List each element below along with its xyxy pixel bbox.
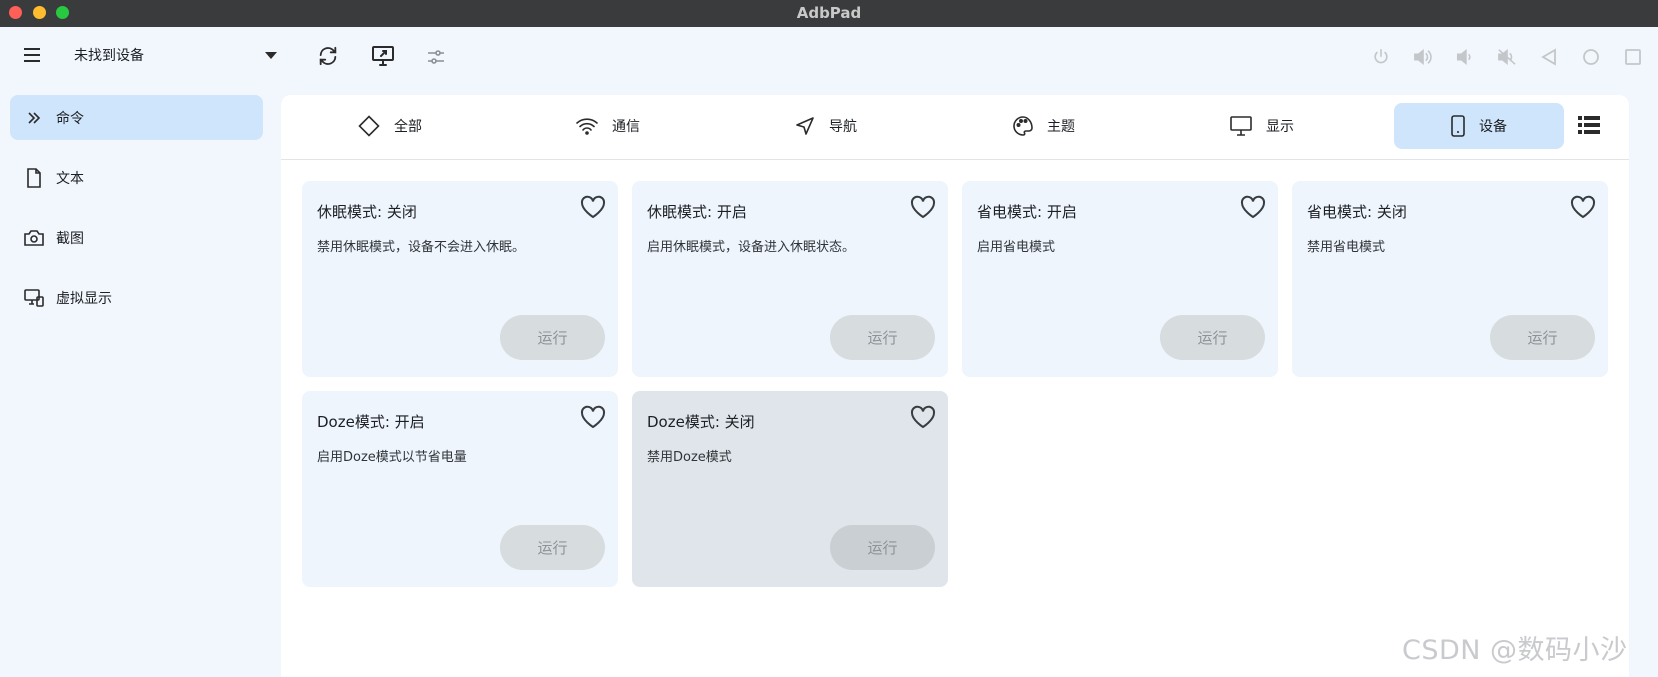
camera-icon bbox=[14, 229, 54, 246]
heart-icon[interactable] bbox=[580, 405, 606, 433]
tab-label: 通信 bbox=[612, 119, 640, 135]
heart-icon[interactable] bbox=[1240, 195, 1266, 223]
tab-label: 导航 bbox=[829, 119, 857, 135]
list-view-icon[interactable] bbox=[1577, 113, 1601, 137]
phone-icon bbox=[1451, 115, 1465, 137]
heart-icon[interactable] bbox=[580, 195, 606, 223]
volume-down-icon[interactable] bbox=[1454, 46, 1476, 68]
tab-all[interactable]: 全部 bbox=[281, 103, 499, 149]
card-description: 启用省电模式 bbox=[977, 240, 1056, 255]
command-card: 省电模式: 关闭 禁用省电模式 运行 bbox=[1292, 181, 1608, 377]
heart-icon[interactable] bbox=[1570, 195, 1596, 223]
card-description: 启用Doze模式以节省电量 bbox=[317, 450, 467, 465]
tab-label: 设备 bbox=[1479, 119, 1507, 135]
tab-communication[interactable]: 通信 bbox=[499, 103, 717, 149]
sidebar-item-label: 命令 bbox=[56, 110, 84, 127]
virtual-display-icon bbox=[14, 288, 54, 307]
device-select[interactable]: 未找到设备 bbox=[74, 45, 144, 65]
sidebar-item-virtual-display[interactable]: 虚拟显示 bbox=[10, 275, 263, 320]
tab-display[interactable]: 显示 bbox=[1153, 103, 1371, 149]
sidebar-item-screenshot[interactable]: 截图 bbox=[10, 215, 263, 260]
chevron-double-right-icon bbox=[14, 111, 54, 124]
card-title: 休眠模式: 关闭 bbox=[317, 203, 417, 221]
card-description: 禁用Doze模式 bbox=[647, 450, 732, 465]
volume-up-icon[interactable] bbox=[1412, 46, 1434, 68]
card-description: 禁用省电模式 bbox=[1307, 240, 1386, 255]
run-button[interactable]: 运行 bbox=[1490, 315, 1595, 360]
card-description: 启用休眠模式，设备进入休眠状态。 bbox=[647, 240, 856, 255]
power-icon[interactable] bbox=[1370, 46, 1392, 68]
palette-icon bbox=[1013, 116, 1033, 136]
run-button[interactable]: 运行 bbox=[500, 315, 605, 360]
mute-icon[interactable] bbox=[1496, 46, 1518, 68]
tab-navigation[interactable]: 导航 bbox=[717, 103, 935, 149]
run-button[interactable]: 运行 bbox=[830, 315, 935, 360]
document-icon bbox=[14, 167, 54, 188]
settings-sliders-icon[interactable] bbox=[424, 45, 448, 69]
card-title: Doze模式: 关闭 bbox=[647, 413, 755, 431]
command-card: Doze模式: 关闭 禁用Doze模式 运行 bbox=[632, 391, 948, 587]
wifi-icon bbox=[576, 117, 598, 135]
tab-label: 主题 bbox=[1047, 119, 1075, 135]
heart-icon[interactable] bbox=[910, 195, 936, 223]
command-card: 省电模式: 开启 启用省电模式 运行 bbox=[962, 181, 1278, 377]
command-card: 休眠模式: 关闭 禁用休眠模式，设备不会进入休眠。 运行 bbox=[302, 181, 618, 377]
back-icon[interactable] bbox=[1538, 46, 1560, 68]
category-tabs: 全部 通信 导航 主题 显示 设备 bbox=[281, 95, 1629, 160]
card-title: Doze模式: 开启 bbox=[317, 413, 425, 431]
tab-label: 全部 bbox=[394, 119, 422, 135]
tab-theme[interactable]: 主题 bbox=[935, 103, 1153, 149]
card-title: 省电模式: 开启 bbox=[977, 203, 1077, 221]
recents-icon[interactable] bbox=[1622, 46, 1644, 68]
command-card: 休眠模式: 开启 启用休眠模式，设备进入休眠状态。 运行 bbox=[632, 181, 948, 377]
card-title: 省电模式: 关闭 bbox=[1307, 203, 1407, 221]
window-title: AdbPad bbox=[796, 4, 862, 22]
watermark: CSDN @数码小沙 bbox=[1402, 635, 1628, 666]
refresh-icon[interactable] bbox=[316, 44, 340, 68]
sidebar-item-text[interactable]: 文本 bbox=[10, 155, 263, 200]
sidebar-item-label: 虚拟显示 bbox=[56, 290, 112, 307]
chevron-down-icon[interactable] bbox=[265, 52, 277, 59]
sidebar-item-label: 文本 bbox=[56, 170, 84, 187]
run-button[interactable]: 运行 bbox=[830, 525, 935, 570]
title-bar: AdbPad bbox=[0, 0, 1658, 27]
screen-mirror-icon[interactable] bbox=[370, 44, 396, 68]
sidebar-item-label: 截图 bbox=[56, 230, 84, 247]
card-description: 禁用休眠模式，设备不会进入休眠。 bbox=[317, 240, 526, 255]
tab-device[interactable]: 设备 bbox=[1394, 103, 1564, 149]
run-button[interactable]: 运行 bbox=[1160, 315, 1265, 360]
run-button[interactable]: 运行 bbox=[500, 525, 605, 570]
home-icon[interactable] bbox=[1580, 46, 1602, 68]
main-panel: 全部 通信 导航 主题 显示 设备 休眠模式: 关闭 禁用休眠模式，设备不会进入… bbox=[281, 95, 1629, 677]
sidebar-item-commands[interactable]: 命令 bbox=[10, 95, 263, 140]
navigation-icon bbox=[795, 116, 815, 136]
command-card: Doze模式: 开启 启用Doze模式以节省电量 运行 bbox=[302, 391, 618, 587]
heart-icon[interactable] bbox=[910, 405, 936, 433]
card-title: 休眠模式: 开启 bbox=[647, 203, 747, 221]
monitor-icon bbox=[1230, 116, 1252, 136]
menu-icon[interactable] bbox=[20, 43, 44, 67]
tab-label: 显示 bbox=[1266, 119, 1294, 135]
diamond-icon bbox=[358, 115, 380, 137]
